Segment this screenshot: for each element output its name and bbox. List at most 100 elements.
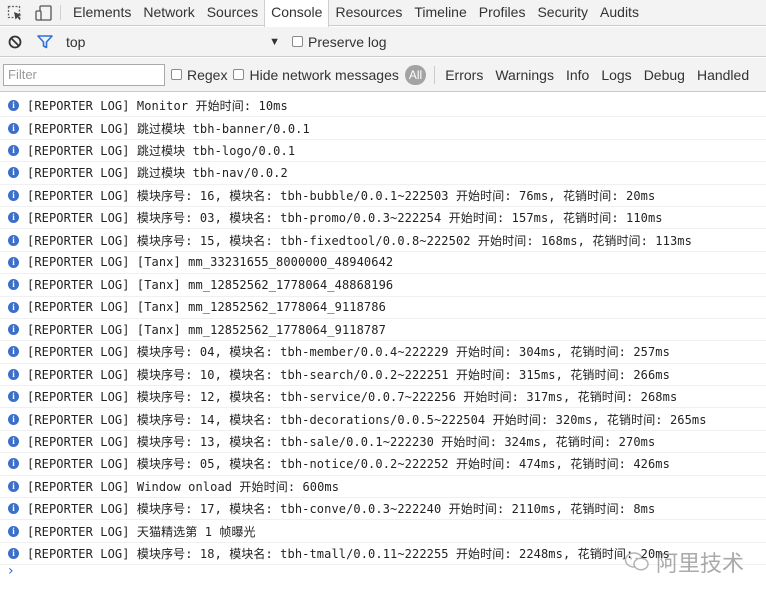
console-message-text: [REPORTER LOG] 模块序号: 05, 模块名: tbh-notice… xyxy=(27,457,670,472)
console-message-text: [REPORTER LOG] 模块序号: 04, 模块名: tbh-member… xyxy=(27,345,670,360)
level-debug-button[interactable]: Debug xyxy=(639,67,692,83)
level-logs-button[interactable]: Logs xyxy=(596,67,638,83)
console-message: i [REPORTER LOG] 模块序号: 13, 模块名: tbh-sale/… xyxy=(0,431,766,454)
console-message: i [REPORTER LOG] Window onload 开始时间: 600m… xyxy=(0,476,766,499)
filter-input[interactable] xyxy=(3,63,165,86)
preserve-log-option[interactable]: Preserve log xyxy=(292,34,387,50)
console-message: i [REPORTER LOG] [Tanx] mm_12852562_17780… xyxy=(0,319,766,342)
info-icon: i xyxy=(8,525,19,537)
level-divider xyxy=(434,65,436,84)
console-message-text: [REPORTER LOG] 跳过模块 tbh-nav/0.0.2 xyxy=(27,166,288,181)
info-icon: i xyxy=(8,212,19,224)
dropdown-arrow-icon: ▼ xyxy=(269,35,280,48)
panel-tabs: Elements Network Sources Console Resources Ti… xyxy=(67,0,645,27)
info-icon: i xyxy=(8,189,19,201)
console-message-text: [REPORTER LOG] [Tanx] mm_12852562_177806… xyxy=(27,277,394,292)
preserve-log-checkbox[interactable] xyxy=(292,36,303,47)
console-message-text: [REPORTER LOG] 模块序号: 10, 模块名: tbh-search… xyxy=(27,367,670,382)
prompt-chevron-icon: › xyxy=(8,563,14,579)
console-context-bar: top ▼ Preserve log xyxy=(0,27,766,57)
wechat-logo-icon xyxy=(624,552,649,571)
clear-console-icon[interactable] xyxy=(0,27,30,57)
info-icon: i xyxy=(8,279,19,291)
console-message: i [REPORTER LOG] 跳过模块 tbh-logo/0.0.1 xyxy=(0,140,766,163)
console-message-text: [REPORTER LOG] 模块序号: 16, 模块名: tbh-bubble… xyxy=(27,188,656,203)
log-level-filters: All Errors Warnings Info Logs Debug Handled xyxy=(404,64,756,85)
tab-resources[interactable]: Resources xyxy=(329,0,408,25)
info-icon: i xyxy=(8,122,19,134)
console-message: i [REPORTER LOG] 模块序号: 04, 模块名: tbh-membe… xyxy=(0,341,766,364)
console-message: i [REPORTER LOG] 模块序号: 12, 模块名: tbh-servi… xyxy=(0,386,766,409)
console-message-text: [REPORTER LOG] Window onload 开始时间: 600ms xyxy=(27,479,340,494)
console-message-text: [REPORTER LOG] 模块序号: 12, 模块名: tbh-servic… xyxy=(27,390,678,405)
info-icon: i xyxy=(8,548,19,559)
info-icon: i xyxy=(8,346,19,358)
tab-timeline[interactable]: Timeline xyxy=(408,0,472,25)
info-icon: i xyxy=(8,436,19,448)
console-message: i [REPORTER LOG] 模块序号: 05, 模块名: tbh-notic… xyxy=(0,453,766,476)
console-message: i [REPORTER LOG] 跳过模块 tbh-nav/0.0.2 xyxy=(0,162,766,185)
console-message: i [REPORTER LOG] 跳过模块 tbh-banner/0.0.1 xyxy=(0,117,766,140)
tab-profiles[interactable]: Profiles xyxy=(473,0,532,25)
console-message-text: [REPORTER LOG] 模块序号: 15, 模块名: tbh-fixedt… xyxy=(27,233,692,248)
info-icon: i xyxy=(8,301,19,313)
tab-security[interactable]: Security xyxy=(531,0,594,25)
console-message-text: [REPORTER LOG] 模块序号: 03, 模块名: tbh-promo/… xyxy=(27,211,663,226)
hide-network-checkbox[interactable] xyxy=(233,69,245,80)
console-message-text: [REPORTER LOG] [Tanx] mm_33231655_800000… xyxy=(27,255,394,270)
filter-icon[interactable] xyxy=(30,27,60,57)
tab-network[interactable]: Network xyxy=(137,0,200,25)
execution-context-select[interactable]: top ▼ xyxy=(66,34,280,50)
console-message: i [REPORTER LOG] [Tanx] mm_12852562_17780… xyxy=(0,297,766,319)
tab-audits[interactable]: Audits xyxy=(594,0,645,25)
console-message: i [REPORTER LOG] 模块序号: 10, 模块名: tbh-searc… xyxy=(0,364,766,387)
console-message-text: [REPORTER LOG] 跳过模块 tbh-banner/0.0.1 xyxy=(27,121,310,136)
info-icon: i xyxy=(8,413,19,425)
tabbar-divider xyxy=(60,5,61,20)
console-message: i [REPORTER LOG] [Tanx] mm_33231655_80000… xyxy=(0,252,766,275)
console-message: i [REPORTER LOG] 天猫精选第 1 帧曝光 xyxy=(0,520,766,543)
execution-context-value: top xyxy=(66,33,86,50)
info-icon: i xyxy=(8,480,19,492)
device-mode-icon[interactable] xyxy=(29,0,58,25)
console-message-text: [REPORTER LOG] 模块序号: 17, 模块名: tbh-conve/… xyxy=(27,502,656,517)
console-message-text: [REPORTER LOG] 天猫精选第 1 帧曝光 xyxy=(27,524,256,539)
level-warnings-button[interactable]: Warnings xyxy=(490,67,561,83)
console-message-text: [REPORTER LOG] 模块序号: 14, 模块名: tbh-decora… xyxy=(27,412,707,427)
console-message-text: [REPORTER LOG] Monitor 开始时间: 10ms xyxy=(27,99,288,114)
console-message-text: [REPORTER LOG] 跳过模块 tbh-logo/0.0.1 xyxy=(27,143,296,158)
console-message: i [REPORTER LOG] Monitor 开始时间: 10ms xyxy=(0,95,766,118)
console-message: i [REPORTER LOG] 模块序号: 03, 模块名: tbh-promo… xyxy=(0,207,766,230)
regex-label: Regex xyxy=(187,66,228,83)
console-message: i [REPORTER LOG] 模块序号: 14, 模块名: tbh-decor… xyxy=(0,408,766,431)
tab-sources[interactable]: Sources xyxy=(201,0,264,25)
level-info-button[interactable]: Info xyxy=(561,67,596,83)
info-icon: i xyxy=(8,256,19,268)
info-icon: i xyxy=(8,234,19,246)
console-message-text: [REPORTER LOG] 模块序号: 13, 模块名: tbh-sale/0… xyxy=(27,435,656,450)
inspect-element-icon[interactable] xyxy=(0,0,29,25)
tab-console[interactable]: Console xyxy=(264,0,330,27)
console-message-text: [REPORTER LOG] [Tanx] mm_12852562_177806… xyxy=(27,322,386,337)
hide-network-option[interactable]: Hide network messages xyxy=(233,66,399,83)
regex-option[interactable]: Regex xyxy=(171,67,227,83)
console-messages: i [REPORTER LOG] Monitor 开始时间: 10ms i [REPO… xyxy=(0,95,766,566)
info-icon: i xyxy=(8,391,19,403)
console-filter-bar: Regex Hide network messages All ErrorsWa… xyxy=(0,58,766,92)
devtools-tabbar: Elements Network Sources Console Resources Ti… xyxy=(0,0,766,27)
level-handled-button[interactable]: Handled xyxy=(692,67,756,83)
preserve-log-label: Preserve log xyxy=(308,33,387,50)
info-icon: i xyxy=(8,144,19,156)
console-message-text: [REPORTER LOG] [Tanx] mm_12852562_177806… xyxy=(27,300,386,315)
info-icon: i xyxy=(8,324,19,336)
watermark-text: 阿里技术 xyxy=(655,552,744,577)
tab-elements[interactable]: Elements xyxy=(67,0,137,25)
level-errors-button[interactable]: Errors xyxy=(440,67,490,83)
regex-checkbox[interactable] xyxy=(171,69,182,80)
info-icon: i xyxy=(8,368,19,380)
console-message: i [REPORTER LOG] 模块序号: 15, 模块名: tbh-fixed… xyxy=(0,229,766,252)
console-message: i [REPORTER LOG] 模块序号: 17, 模块名: tbh-conve… xyxy=(0,498,766,521)
hide-network-label: Hide network messages xyxy=(249,66,399,83)
info-icon: i xyxy=(8,167,19,179)
level-all-button[interactable]: All xyxy=(404,64,427,85)
